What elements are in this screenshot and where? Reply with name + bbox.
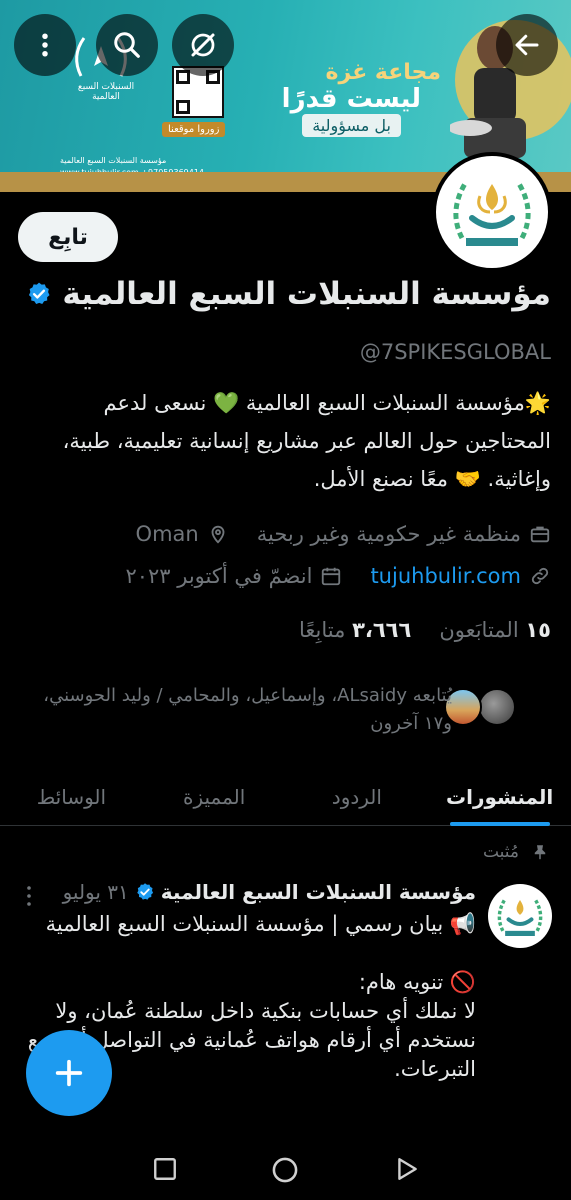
follower-avatar — [478, 688, 516, 726]
profile-handle: @7SPIKESGLOBAL — [359, 340, 551, 364]
profile-category: منظمة غير حكومية وغير ربحية — [256, 522, 521, 546]
pin-icon — [534, 845, 546, 860]
following-count: ١٥ — [525, 618, 551, 642]
bio-line: 🌟مؤسسة السنبلات السبع العالمية 💚 نسعى لد… — [103, 391, 552, 415]
tab-posts[interactable]: المنشورات — [428, 768, 571, 825]
tab-highlights[interactable]: المميزة — [143, 768, 286, 825]
verified-badge-icon — [137, 883, 153, 900]
followers-stat[interactable]: ٣،٦٦٦ متابِعًا — [299, 618, 411, 642]
post-date[interactable]: ٣١ يوليو — [63, 880, 129, 904]
banner-headline-2: ليست قدرًا — [281, 84, 421, 114]
profile-location: Oman — [135, 522, 199, 546]
organization-logo-icon — [497, 897, 543, 936]
followed-by-line: يُتابعه ALsaidy، وإسماعيل، والمحامي / ول… — [43, 685, 452, 706]
banner-logo-text: السنبلات السبع العالمية — [77, 82, 135, 102]
profile-tabs: المنشورات الردود المميزة الوسائط — [0, 768, 571, 826]
profile-meta-row-2: tujuhbulir.com انضمّ في أكتوبر ٢٠٢٣ — [125, 564, 551, 588]
profile-name-row: مؤسسة السنبلات السبع العالمية — [26, 276, 551, 312]
qr-label: زوروا موقعنا — [162, 122, 226, 137]
profile-website-link[interactable]: tujuhbulir.com — [370, 564, 521, 588]
following-stat[interactable]: ١٥ المتابَعون — [439, 618, 551, 642]
tab-replies[interactable]: الردود — [286, 768, 429, 825]
follow-button[interactable]: تابِع — [18, 212, 118, 262]
following-label: المتابَعون — [439, 618, 519, 642]
banner-headline-3: بل مسؤولية — [302, 114, 401, 137]
post-line: لا نملك أي حسابات بنكية داخل سلطنة عُمان… — [55, 999, 476, 1023]
profile-name: مؤسسة السنبلات السبع العالمية — [62, 276, 551, 312]
profile-stats: ١٥ المتابَعون ٣،٦٦٦ متابِعًا — [299, 618, 551, 642]
followers-label: متابِعًا — [299, 618, 346, 642]
post-more-icon[interactable] — [24, 884, 34, 908]
tab-media[interactable]: الوسائط — [0, 768, 143, 825]
back-button[interactable] — [496, 14, 558, 76]
bio-line: وإغاثية. 🤝 معًا نصنع الأمل. — [313, 467, 551, 491]
briefcase-icon — [530, 526, 550, 543]
post-line: 🚫 تنويه هام: — [358, 970, 476, 994]
organization-logo-icon — [453, 180, 531, 246]
arrow-left-icon — [515, 34, 539, 56]
recent-apps-icon[interactable] — [152, 1156, 178, 1182]
followed-by-line: و١٧ آخرون — [370, 713, 452, 734]
pinned-label: مُثبت — [482, 842, 519, 862]
compose-post-button[interactable] — [26, 1030, 112, 1116]
verified-badge-icon[interactable] — [26, 281, 52, 307]
link-icon — [531, 567, 549, 585]
post-line: 📢 بيان رسمي | مؤسسة السنبلات السبع العال… — [45, 912, 476, 936]
grok-icon — [191, 33, 215, 57]
plus-icon — [55, 1059, 83, 1087]
bio-line: المحتاجين حول العالم عبر مشاريع إنسانية … — [62, 429, 551, 453]
grok-button[interactable] — [172, 14, 234, 76]
banner-headline-1: مجاعة غزة — [325, 60, 441, 85]
pinned-indicator: مُثبت — [483, 842, 549, 862]
banner-footer-line: مؤسسة السنبلات السبع العالمية — [60, 156, 167, 165]
home-icon[interactable] — [271, 1156, 299, 1184]
followers-count: ٣،٦٦٦ — [352, 618, 412, 642]
more-vertical-icon — [42, 33, 48, 57]
calendar-icon — [322, 567, 341, 586]
search-icon — [114, 32, 140, 58]
more-options-button[interactable] — [14, 14, 76, 76]
search-button[interactable] — [96, 14, 158, 76]
profile-joined-date: انضمّ في أكتوبر ٢٠٢٣ — [125, 564, 313, 588]
post-header: مؤسسة السنبلات السبع العالمية ٣١ يوليو — [63, 880, 476, 904]
back-nav-icon[interactable] — [394, 1156, 420, 1182]
location-pin-icon — [211, 525, 225, 544]
profile-bio: 🌟مؤسسة السنبلات السبع العالمية 💚 نسعى لد… — [16, 384, 551, 498]
profile-avatar[interactable] — [432, 152, 552, 272]
followed-by-text[interactable]: يُتابعه ALsaidy، وإسماعيل، والمحامي / ول… — [12, 682, 452, 738]
profile-meta-row-1: منظمة غير حكومية وغير ربحية Oman — [136, 522, 551, 546]
post-author-avatar[interactable] — [488, 884, 552, 948]
post-author-name[interactable]: مؤسسة السنبلات السبع العالمية — [161, 880, 476, 904]
